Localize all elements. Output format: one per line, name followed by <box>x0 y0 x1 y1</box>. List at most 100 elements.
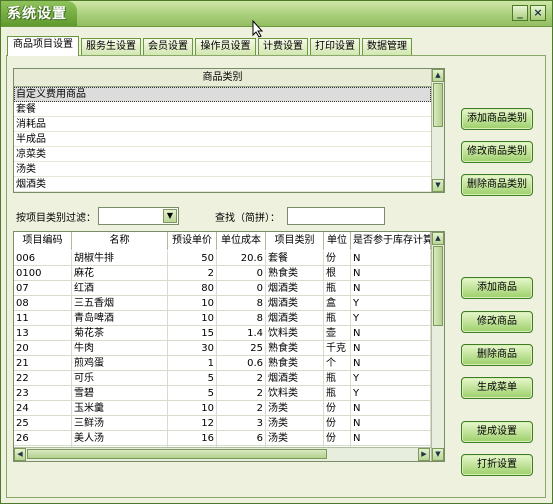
add-product-button[interactable]: 添加商品 <box>461 277 533 299</box>
category-item[interactable]: 消耗品 <box>14 117 431 132</box>
chevron-down-icon[interactable]: ▼ <box>163 209 177 223</box>
tab-billing-settings[interactable]: 计费设置 <box>258 38 308 55</box>
scroll-up-icon[interactable]: ▲ <box>432 69 444 82</box>
table-cell: 烟酒类 <box>266 371 324 386</box>
category-list-header: 商品类别 <box>14 69 431 87</box>
table-cell: Y <box>351 311 431 326</box>
table-cell: 8 <box>217 311 266 326</box>
scroll-thumb[interactable] <box>433 83 443 127</box>
category-filter-select[interactable]: ▼ <box>98 207 179 225</box>
table-cell: 千克 <box>324 341 351 356</box>
title-bar[interactable]: 系统设置 _ × <box>1 1 552 27</box>
table-cell: 套餐 <box>266 251 324 266</box>
table-cell: 瓶 <box>324 281 351 296</box>
delete-product-button[interactable]: 删除商品 <box>461 344 533 366</box>
tab-data-management[interactable]: 数据管理 <box>362 38 412 55</box>
tab-member-settings[interactable]: 会员设置 <box>143 38 193 55</box>
tab-operator-settings[interactable]: 操作员设置 <box>195 38 256 55</box>
edit-category-button[interactable]: 修改商品类别 <box>461 141 533 163</box>
table-cell: 08 <box>14 296 72 311</box>
table-cell: 份 <box>324 251 351 266</box>
table-cell: 2 <box>217 401 266 416</box>
close-button[interactable]: × <box>530 5 546 21</box>
category-item[interactable]: 套餐 <box>14 102 431 117</box>
table-cell: 6 <box>217 431 266 446</box>
table-cell: 玉米羹 <box>72 401 168 416</box>
settings-window: 系统设置 _ × 商品项目设置 服务生设置 会员设置 操作员设置 计费设置 打印… <box>0 0 553 504</box>
column-header[interactable]: 单位 <box>324 232 351 250</box>
delete-category-button[interactable]: 删除商品类别 <box>461 174 533 196</box>
table-cell: 三鲜汤 <box>72 416 168 431</box>
category-item[interactable]: 凉菜类 <box>14 147 431 162</box>
generate-menu-button[interactable]: 生成菜单 <box>461 377 533 399</box>
tab-print-settings[interactable]: 打印设置 <box>310 38 360 55</box>
column-header[interactable]: 项目类别 <box>266 232 324 250</box>
table-cell: 麻花 <box>72 266 168 281</box>
edit-product-button[interactable]: 修改商品 <box>461 311 533 333</box>
product-grid[interactable]: 项目编码 名称 预设单价 单位成本 项目类别 单位 是否参于库存计算 006 胡椒… <box>13 231 445 462</box>
table-cell: Y <box>351 296 431 311</box>
table-cell: 5 <box>168 386 217 401</box>
table-cell: 汤类 <box>266 416 324 431</box>
column-header[interactable]: 单位成本 <box>217 232 266 250</box>
scroll-down-icon[interactable]: ▼ <box>432 448 444 461</box>
table-cell: 份 <box>324 416 351 431</box>
grid-vertical-scrollbar[interactable]: ▲ ▼ <box>431 232 444 461</box>
table-cell: 1.4 <box>217 326 266 341</box>
table-cell: Y <box>351 386 431 401</box>
table-cell: 瓶 <box>324 371 351 386</box>
scroll-down-icon[interactable]: ▼ <box>432 179 444 192</box>
search-input[interactable] <box>287 207 385 225</box>
scroll-up-icon[interactable]: ▲ <box>432 232 444 245</box>
scroll-thumb[interactable] <box>433 246 443 326</box>
scroll-thumb[interactable] <box>27 449 327 459</box>
tab-waiter-settings[interactable]: 服务生设置 <box>81 38 141 55</box>
table-cell: 青岛啤酒 <box>72 311 168 326</box>
tab-product-settings[interactable]: 商品项目设置 <box>7 36 79 56</box>
table-cell: 0.6 <box>217 356 266 371</box>
commission-settings-button[interactable]: 提成设置 <box>461 421 533 443</box>
table-cell: 15 <box>168 326 217 341</box>
minimize-button[interactable]: _ <box>512 5 528 21</box>
table-cell: N <box>351 281 431 296</box>
category-item[interactable]: 烟酒类 <box>14 177 431 192</box>
column-header[interactable]: 预设单价 <box>168 232 217 250</box>
table-cell: 8 <box>217 296 266 311</box>
table-cell: 牛肉 <box>72 341 168 356</box>
table-cell: 饮料类 <box>266 386 324 401</box>
table-cell: 5 <box>168 371 217 386</box>
table-cell: 21 <box>14 356 72 371</box>
table-cell: 胡椒牛排 <box>72 251 168 266</box>
add-category-button[interactable]: 添加商品类别 <box>461 108 533 130</box>
table-cell: 11 <box>14 311 72 326</box>
category-item[interactable]: 汤类 <box>14 162 431 177</box>
table-cell: 2 <box>168 266 217 281</box>
column-header[interactable]: 项目编码 <box>14 232 72 250</box>
table-cell: 烟酒类 <box>266 281 324 296</box>
table-cell: N <box>351 431 431 446</box>
grid-horizontal-scrollbar[interactable]: ◀ ▶ <box>14 447 431 461</box>
table-cell: N <box>351 251 431 266</box>
scroll-left-icon[interactable]: ◀ <box>14 448 26 461</box>
table-cell: N <box>351 326 431 341</box>
category-item[interactable]: 半成品 <box>14 132 431 147</box>
table-cell: 24 <box>14 401 72 416</box>
table-cell: 盒 <box>324 296 351 311</box>
table-cell: 20 <box>14 341 72 356</box>
category-item[interactable]: 自定义费用商品 <box>14 87 431 102</box>
table-cell: 壶 <box>324 326 351 341</box>
table-cell: 16 <box>168 431 217 446</box>
scroll-right-icon[interactable]: ▶ <box>418 448 430 461</box>
discount-settings-button[interactable]: 打折设置 <box>461 454 533 476</box>
table-cell: 份 <box>324 431 351 446</box>
category-scrollbar[interactable]: ▲ ▼ <box>431 69 444 192</box>
table-cell: 份 <box>324 401 351 416</box>
table-cell: 20.6 <box>217 251 266 266</box>
table-cell: 可乐 <box>72 371 168 386</box>
category-list[interactable]: 商品类别 自定义费用商品 套餐 消耗品 半成品 凉菜类 汤类 烟酒类 ▲ ▼ <box>13 68 445 193</box>
table-cell: 0 <box>217 281 266 296</box>
column-header[interactable]: 名称 <box>72 232 168 250</box>
table-cell: 26 <box>14 431 72 446</box>
column-header[interactable]: 是否参于库存计算 <box>351 232 431 250</box>
table-cell: 熟食类 <box>266 341 324 356</box>
